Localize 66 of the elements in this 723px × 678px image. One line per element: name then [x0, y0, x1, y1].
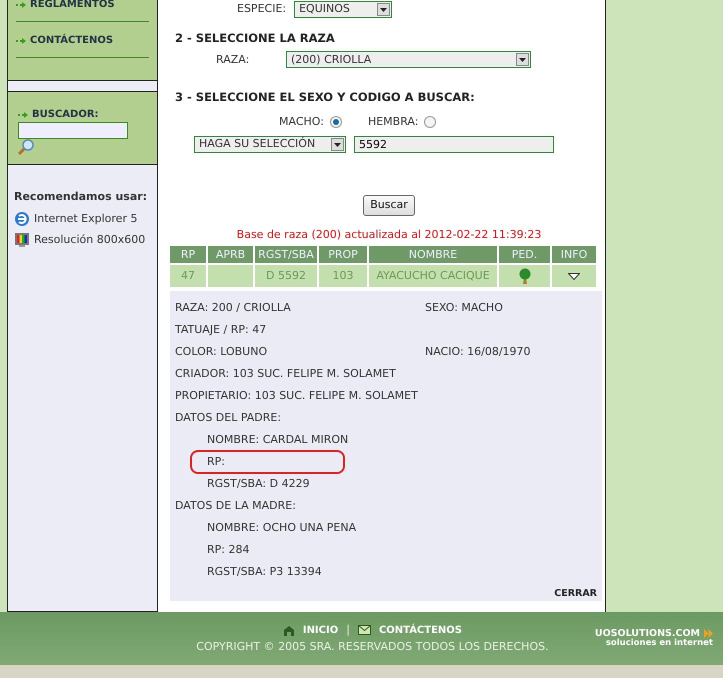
detail-text: RAZA: 200 / CRIOLLA	[175, 300, 292, 316]
detail-text: RP: 284	[206, 542, 250, 558]
detail-text: RGST/SBA: P3 13394	[206, 564, 322, 580]
detail-text: PROPIETARIO: 103 SUC. FELIPE M. SOLAMET	[175, 388, 418, 404]
search-button[interactable]: Buscar	[363, 195, 415, 216]
detail-text: TATUAJE / RP: 47	[175, 322, 266, 338]
table-cell: AYACUCHO CACIQUE	[369, 265, 497, 287]
detail-text: SEXO: MACHO	[425, 300, 503, 316]
recommend-item: Resolución 800x600	[34, 232, 146, 248]
species-label: ESPECIE:	[237, 1, 286, 18]
double-arrow-icon	[704, 629, 713, 638]
detail-text: RGST/SBA: D 4229	[206, 476, 310, 492]
table-cell	[208, 265, 253, 287]
brand-logo: UOSOLUTIONS.COM	[594, 628, 700, 639]
search-icon[interactable]	[18, 139, 34, 155]
radio-label: HEMBRA:	[368, 114, 418, 130]
arrow-icon	[16, 36, 26, 46]
radio-button[interactable]	[424, 116, 436, 128]
breed-select[interactable]: (200) CRIOLLA	[286, 51, 531, 68]
recommend-item: Internet Explorer 5	[34, 211, 138, 228]
column-header: RGST/SBA	[255, 246, 317, 263]
code-type-select[interactable]: HAGA SU SELECCIÓN	[194, 136, 346, 153]
arrow-icon	[16, 0, 26, 10]
detail-text: NOMBRE: CARDAL MIRON	[206, 432, 348, 448]
arrow-icon	[18, 110, 28, 120]
search-label: BUSCADOR:	[32, 108, 99, 122]
section-heading: 2 - SELECCIONE LA RAZA	[175, 30, 336, 47]
column-header: APRB	[208, 246, 253, 263]
home-icon	[282, 624, 295, 636]
monitor-icon	[14, 232, 30, 248]
tree-icon[interactable]	[518, 268, 530, 284]
dropdown-arrow-icon	[334, 142, 341, 146]
detail-text: COLOR: LOBUNO	[175, 344, 268, 360]
column-header: PED.	[499, 246, 550, 263]
copyright-text: COPYRIGHT © 2005 SRA. RESERVADOS TODOS LOS DERECHOS.	[195, 638, 550, 654]
dropdown-arrow-icon	[519, 58, 526, 62]
breed-label: RAZA:	[216, 52, 250, 68]
recommend-title: Recomendamos usar:	[14, 188, 148, 205]
section-heading: 3 - SELECCIONE EL SEXO Y CODIGO A BUSCAR:	[175, 89, 476, 106]
column-header: NOMBRE	[369, 246, 497, 263]
code-field[interactable]: 5592	[354, 136, 554, 153]
search-field[interactable]	[18, 122, 128, 139]
detail-text: CRIADOR: 103 SUC. FELIPE M. SOLAMET	[175, 366, 396, 382]
table-cell: D 5592	[255, 265, 317, 287]
column-header: RP	[170, 246, 206, 263]
dropdown-arrow-icon	[380, 8, 388, 12]
close-link[interactable]: CERRAR	[554, 588, 597, 599]
detail-text: NOMBRE: OCHO UNA PENA	[206, 520, 356, 536]
menu-link[interactable]: CONTÁCTENOS	[30, 33, 114, 48]
table-cell: 103	[319, 265, 367, 287]
radio-button[interactable]	[330, 116, 342, 128]
detail-text: DATOS DEL PADRE:	[175, 410, 282, 426]
triangle-down-icon[interactable]	[568, 272, 580, 280]
table-cell: 47	[170, 265, 206, 287]
brand-tagline: soluciones en internet	[604, 639, 713, 648]
mail-icon	[358, 625, 371, 636]
column-header: PROP	[319, 246, 367, 263]
separator: |	[346, 622, 350, 638]
column-header: INFO	[552, 246, 596, 263]
detail-text: RP:	[206, 454, 225, 470]
radio-label: MACHO:	[279, 114, 324, 130]
species-select[interactable]: EQUINOS	[294, 1, 392, 18]
detail-text: NACIO: 16/08/1970	[425, 344, 531, 360]
status-text: Base de raza (200) actualizada al 2012-02-22 11:39:23	[236, 226, 542, 242]
browser-icon	[14, 211, 30, 228]
detail-text: DATOS DE LA MADRE:	[175, 498, 296, 514]
